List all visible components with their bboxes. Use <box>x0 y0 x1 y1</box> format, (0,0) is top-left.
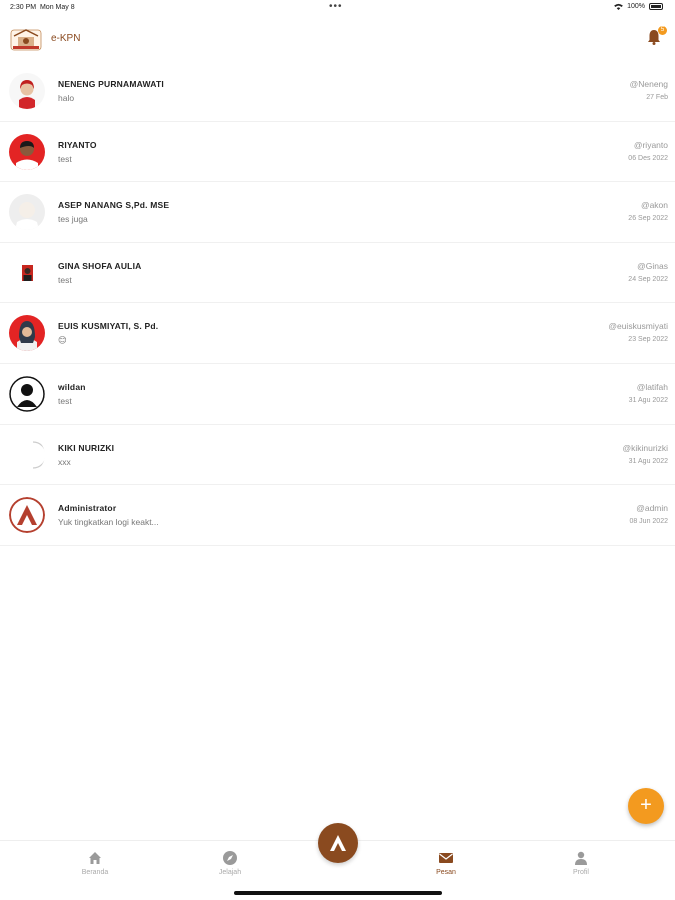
chat-row[interactable]: RIYANTO test @riyanto 06 Des 2022 <box>0 122 675 183</box>
chat-message: tes juga <box>58 214 88 225</box>
chat-name: RIYANTO <box>58 139 97 150</box>
chat-row[interactable]: GINA SHOFA AULIA test @Ginas 24 Sep 2022 <box>0 243 675 304</box>
chat-name: wildan <box>58 381 86 392</box>
chat-list: NENENG PURNAMAWATI halo @Neneng 27 Feb R… <box>0 61 675 546</box>
chat-row[interactable]: Administrator Yuk tingkatkan logi keakt.… <box>0 485 675 546</box>
chat-message: xxx <box>58 456 71 467</box>
avatar <box>9 436 45 473</box>
center-home-button[interactable] <box>318 823 358 863</box>
nav-label: Profil <box>573 869 589 876</box>
chat-message: 😊 <box>58 335 67 346</box>
app-logo-icon[interactable] <box>10 26 42 52</box>
nav-label: Beranda <box>81 869 109 876</box>
chat-row[interactable]: ASEP NANANG S,Pd. MSE tes juga @akon 26 … <box>0 182 675 243</box>
chat-username: @euiskusmiyati <box>608 321 668 332</box>
chat-message: test <box>58 395 72 406</box>
admin-logo-icon <box>9 497 45 534</box>
home-icon <box>89 852 101 864</box>
chat-name: NENENG PURNAMAWATI <box>58 79 164 89</box>
home-indicator[interactable] <box>234 891 442 895</box>
brand-logo-icon <box>330 835 346 851</box>
chat-username: @riyanto <box>633 139 668 150</box>
chat-username: @Neneng <box>629 79 668 89</box>
chat-username: @kikinurizki <box>622 442 668 453</box>
wifi-icon <box>614 3 623 10</box>
chat-username: @akon <box>640 200 668 211</box>
avatar <box>9 254 45 291</box>
multitask-dots: ••• <box>329 1 343 12</box>
chat-date: 27 Feb <box>646 94 668 101</box>
chat-row[interactable]: NENENG PURNAMAWATI halo @Neneng 27 Feb <box>0 61 675 122</box>
nav-label: Jelajah <box>218 869 242 876</box>
chat-message: halo <box>58 93 75 103</box>
person-icon <box>575 851 587 865</box>
battery-percent: 100% <box>627 3 645 10</box>
chat-row[interactable]: KIKI NURIZKI xxx @kikinurizki 31 Agu 202… <box>0 425 675 486</box>
nav-item-jelajah[interactable]: Jelajah <box>190 850 270 876</box>
nav-label: Pesan <box>436 869 456 876</box>
chat-message: test <box>58 274 72 285</box>
app-title: e-KPN <box>51 33 81 44</box>
chat-row[interactable]: wildan test @latifah 31 Agu 2022 <box>0 364 675 425</box>
chat-date: 31 Agu 2022 <box>628 396 668 404</box>
chat-name: KIKI NURIZKI <box>58 442 115 453</box>
avatar <box>9 315 45 352</box>
compass-icon <box>223 851 237 865</box>
nav-item-pesan[interactable]: Pesan <box>406 850 486 876</box>
chat-message: Yuk tingkatkan logi keakt... <box>58 517 159 528</box>
new-message-button[interactable]: + <box>628 788 664 824</box>
chat-date: 06 Des 2022 <box>628 154 668 162</box>
chat-username: @admin <box>636 503 668 514</box>
chat-name: EUIS KUSMIYATI, S. Pd. <box>58 321 159 332</box>
avatar <box>9 376 45 412</box>
nav-item-profil[interactable]: Profil <box>541 850 621 876</box>
avatar <box>9 133 45 170</box>
status-right: 100% <box>614 3 663 10</box>
status-bar: 2:30 PM Mon May 8 ••• 100% <box>0 0 675 18</box>
notification-badge: 5 <box>658 26 667 35</box>
avatar <box>9 73 45 109</box>
chat-row[interactable]: EUIS KUSMIYATI, S. Pd. 😊 @euiskusmiyati … <box>0 303 675 364</box>
chat-username: @latifah <box>636 381 668 392</box>
battery-icon <box>649 3 663 10</box>
chat-date: 08 Jun 2022 <box>629 518 668 526</box>
chat-message: test <box>58 153 72 164</box>
chat-name: GINA SHOFA AULIA <box>58 260 142 271</box>
chat-date: 26 Sep 2022 <box>628 215 668 223</box>
chat-username: @Ginas <box>637 260 668 271</box>
status-time: 2:30 PM Mon May 8 <box>10 4 75 11</box>
chat-date: 31 Agu 2022 <box>628 457 668 465</box>
chat-date: 24 Sep 2022 <box>628 275 668 283</box>
avatar <box>9 194 45 231</box>
app-header: e-KPN 5 <box>0 22 675 58</box>
nav-item-beranda[interactable]: Beranda <box>55 850 135 876</box>
chat-name: ASEP NANANG S,Pd. MSE <box>58 200 170 211</box>
chat-name: Administrator <box>58 503 117 514</box>
mail-icon <box>439 853 453 863</box>
chat-date: 23 Sep 2022 <box>628 336 668 344</box>
